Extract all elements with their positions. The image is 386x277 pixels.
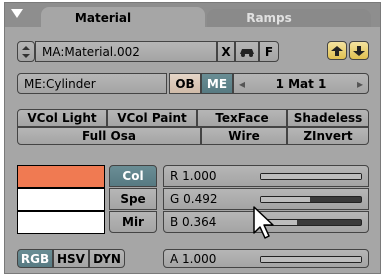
mir-swatch[interactable] bbox=[17, 211, 105, 234]
paste-arrow-icon bbox=[353, 45, 365, 56]
r-value-label: R 1.000 bbox=[170, 169, 217, 183]
toggle-texface[interactable]: TexFace bbox=[197, 109, 287, 127]
material-name-field[interactable]: MA:Material.002 bbox=[35, 41, 217, 62]
up-down-arrows-icon bbox=[22, 45, 30, 58]
mir-button[interactable]: Mir bbox=[109, 211, 157, 233]
col-button[interactable]: Col bbox=[109, 165, 157, 187]
mouse-cursor-icon bbox=[253, 206, 274, 239]
g-value-label: G 0.492 bbox=[170, 192, 218, 206]
material-panel: Material Ramps MA:Material.002 X F ME:Cy… bbox=[4, 2, 381, 274]
dyn-mode-button[interactable]: DYN bbox=[89, 249, 125, 268]
r-slider-fill bbox=[261, 174, 361, 179]
toggle-zinvert[interactable]: ZInvert bbox=[287, 127, 369, 145]
a-slider-fill bbox=[261, 257, 361, 262]
g-slider-fill bbox=[261, 197, 311, 202]
toggle-vcol-light[interactable]: VCol Light bbox=[17, 109, 107, 127]
mesh-name-field[interactable]: ME:Cylinder bbox=[17, 73, 167, 94]
a-slider-track[interactable] bbox=[260, 256, 362, 263]
copy-material-button[interactable] bbox=[327, 41, 347, 60]
a-value-label: A 1.000 bbox=[170, 251, 217, 266]
material-index-label: 1 Mat 1 bbox=[275, 76, 327, 91]
r-slider[interactable]: R 1.000 bbox=[163, 165, 369, 187]
spe-swatch[interactable] bbox=[17, 188, 105, 211]
auto-name-button[interactable] bbox=[235, 41, 259, 62]
material-browse-button[interactable] bbox=[17, 41, 35, 62]
toggle-shadeless[interactable]: Shadeless bbox=[287, 109, 369, 127]
toggle-vcol-paint[interactable]: VCol Paint bbox=[107, 109, 197, 127]
unlink-button[interactable]: X bbox=[217, 41, 235, 62]
decrement-arrow-icon[interactable]: ◂ bbox=[239, 77, 245, 91]
toggle-wire[interactable]: Wire bbox=[201, 127, 287, 145]
alpha-slider[interactable]: A 1.000 bbox=[163, 249, 369, 268]
copy-arrow-icon bbox=[331, 45, 343, 56]
ob-link-button[interactable]: OB bbox=[169, 73, 201, 94]
increment-arrow-icon[interactable]: ▸ bbox=[357, 77, 363, 91]
paste-material-button[interactable] bbox=[349, 41, 369, 60]
rgb-mode-button[interactable]: RGB bbox=[17, 249, 53, 268]
collapse-arrow-icon[interactable] bbox=[11, 9, 23, 18]
g-slider-track[interactable] bbox=[260, 196, 362, 203]
r-slider-track[interactable] bbox=[260, 173, 362, 180]
b-value-label: B 0.364 bbox=[170, 215, 217, 229]
tab-ramps[interactable]: Ramps bbox=[207, 9, 371, 27]
toggle-full-osa[interactable]: Full Osa bbox=[17, 127, 201, 145]
tab-header: Material Ramps bbox=[5, 3, 380, 29]
tab-material[interactable]: Material bbox=[41, 7, 205, 29]
col-swatch[interactable] bbox=[17, 165, 105, 188]
fake-user-button[interactable]: F bbox=[259, 41, 279, 62]
me-link-button[interactable]: ME bbox=[201, 73, 233, 94]
car-icon bbox=[240, 48, 254, 57]
material-index-field[interactable]: ◂ 1 Mat 1 ▸ bbox=[233, 73, 369, 94]
spe-button[interactable]: Spe bbox=[109, 188, 157, 210]
hsv-mode-button[interactable]: HSV bbox=[53, 249, 89, 268]
